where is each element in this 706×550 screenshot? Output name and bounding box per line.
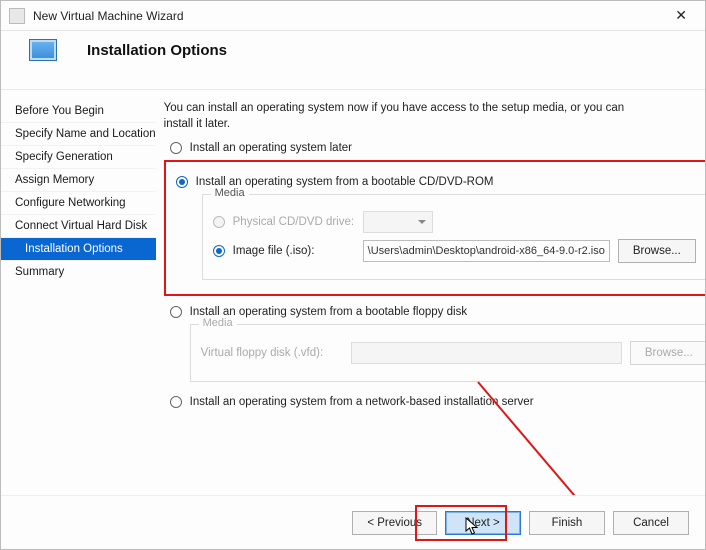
- footer: < Previous Next > Finish Cancel: [1, 495, 705, 549]
- radio-physical-drive: [213, 216, 225, 228]
- floppy-label: Virtual floppy disk (.vfd):: [201, 347, 351, 359]
- radio-install-later[interactable]: [170, 142, 182, 154]
- floppy-media-legend: Media: [199, 317, 237, 329]
- page-title: Installation Options: [87, 42, 227, 59]
- next-button[interactable]: Next >: [445, 511, 521, 535]
- radio-install-later-label: Install an operating system later: [190, 142, 352, 154]
- sidebar-item-connect-vhd[interactable]: Connect Virtual Hard Disk: [1, 214, 156, 237]
- header-icon: [29, 39, 57, 61]
- iso-path-input[interactable]: \Users\admin\Desktop\android-x86_64-9.0-…: [363, 240, 610, 262]
- sidebar-item-summary[interactable]: Summary: [1, 260, 156, 283]
- window-icon: [9, 8, 25, 24]
- sidebar-item-installation-options[interactable]: Installation Options: [1, 237, 156, 260]
- cancel-button[interactable]: Cancel: [613, 511, 689, 535]
- finish-button[interactable]: Finish: [529, 511, 605, 535]
- intro-text: You can install an operating system now …: [164, 100, 634, 132]
- browse-iso-button[interactable]: Browse...: [618, 239, 696, 263]
- close-button[interactable]: ✕: [665, 3, 697, 28]
- floppy-path-input: [351, 342, 622, 364]
- image-file-label: Image file (.iso):: [233, 245, 363, 257]
- radio-install-network-label: Install an operating system from a netwo…: [190, 396, 534, 408]
- sidebar-item-before-you-begin[interactable]: Before You Begin: [1, 100, 156, 122]
- content-pane: You can install an operating system now …: [156, 90, 706, 492]
- radio-install-floppy[interactable]: [170, 306, 182, 318]
- media-fieldset: Media Physical CD/DVD drive: Image file …: [202, 194, 706, 280]
- previous-button[interactable]: < Previous: [352, 511, 437, 535]
- sidebar-item-specify-generation[interactable]: Specify Generation: [1, 145, 156, 168]
- physical-drive-label: Physical CD/DVD drive:: [233, 216, 363, 228]
- browse-floppy-button: Browse...: [630, 341, 706, 365]
- sidebar-item-specify-name[interactable]: Specify Name and Location: [1, 122, 156, 145]
- wizard-window: New Virtual Machine Wizard ✕ Installatio…: [0, 0, 706, 550]
- sidebar-item-assign-memory[interactable]: Assign Memory: [1, 168, 156, 191]
- wizard-steps-sidebar: Before You Begin Specify Name and Locati…: [1, 90, 156, 492]
- radio-image-file[interactable]: [213, 245, 225, 257]
- highlight-cd-section: Install an operating system from a boota…: [164, 160, 706, 296]
- physical-drive-combo: [363, 211, 433, 233]
- radio-install-network[interactable]: [170, 396, 182, 408]
- sidebar-item-configure-networking[interactable]: Configure Networking: [1, 191, 156, 214]
- titlebar: New Virtual Machine Wizard ✕: [1, 1, 705, 31]
- wizard-header: Installation Options: [1, 31, 705, 90]
- radio-install-cd[interactable]: [176, 176, 188, 188]
- media-legend: Media: [211, 187, 249, 199]
- window-title: New Virtual Machine Wizard: [33, 9, 184, 23]
- floppy-media-fieldset: Media Virtual floppy disk (.vfd): Browse…: [190, 324, 706, 382]
